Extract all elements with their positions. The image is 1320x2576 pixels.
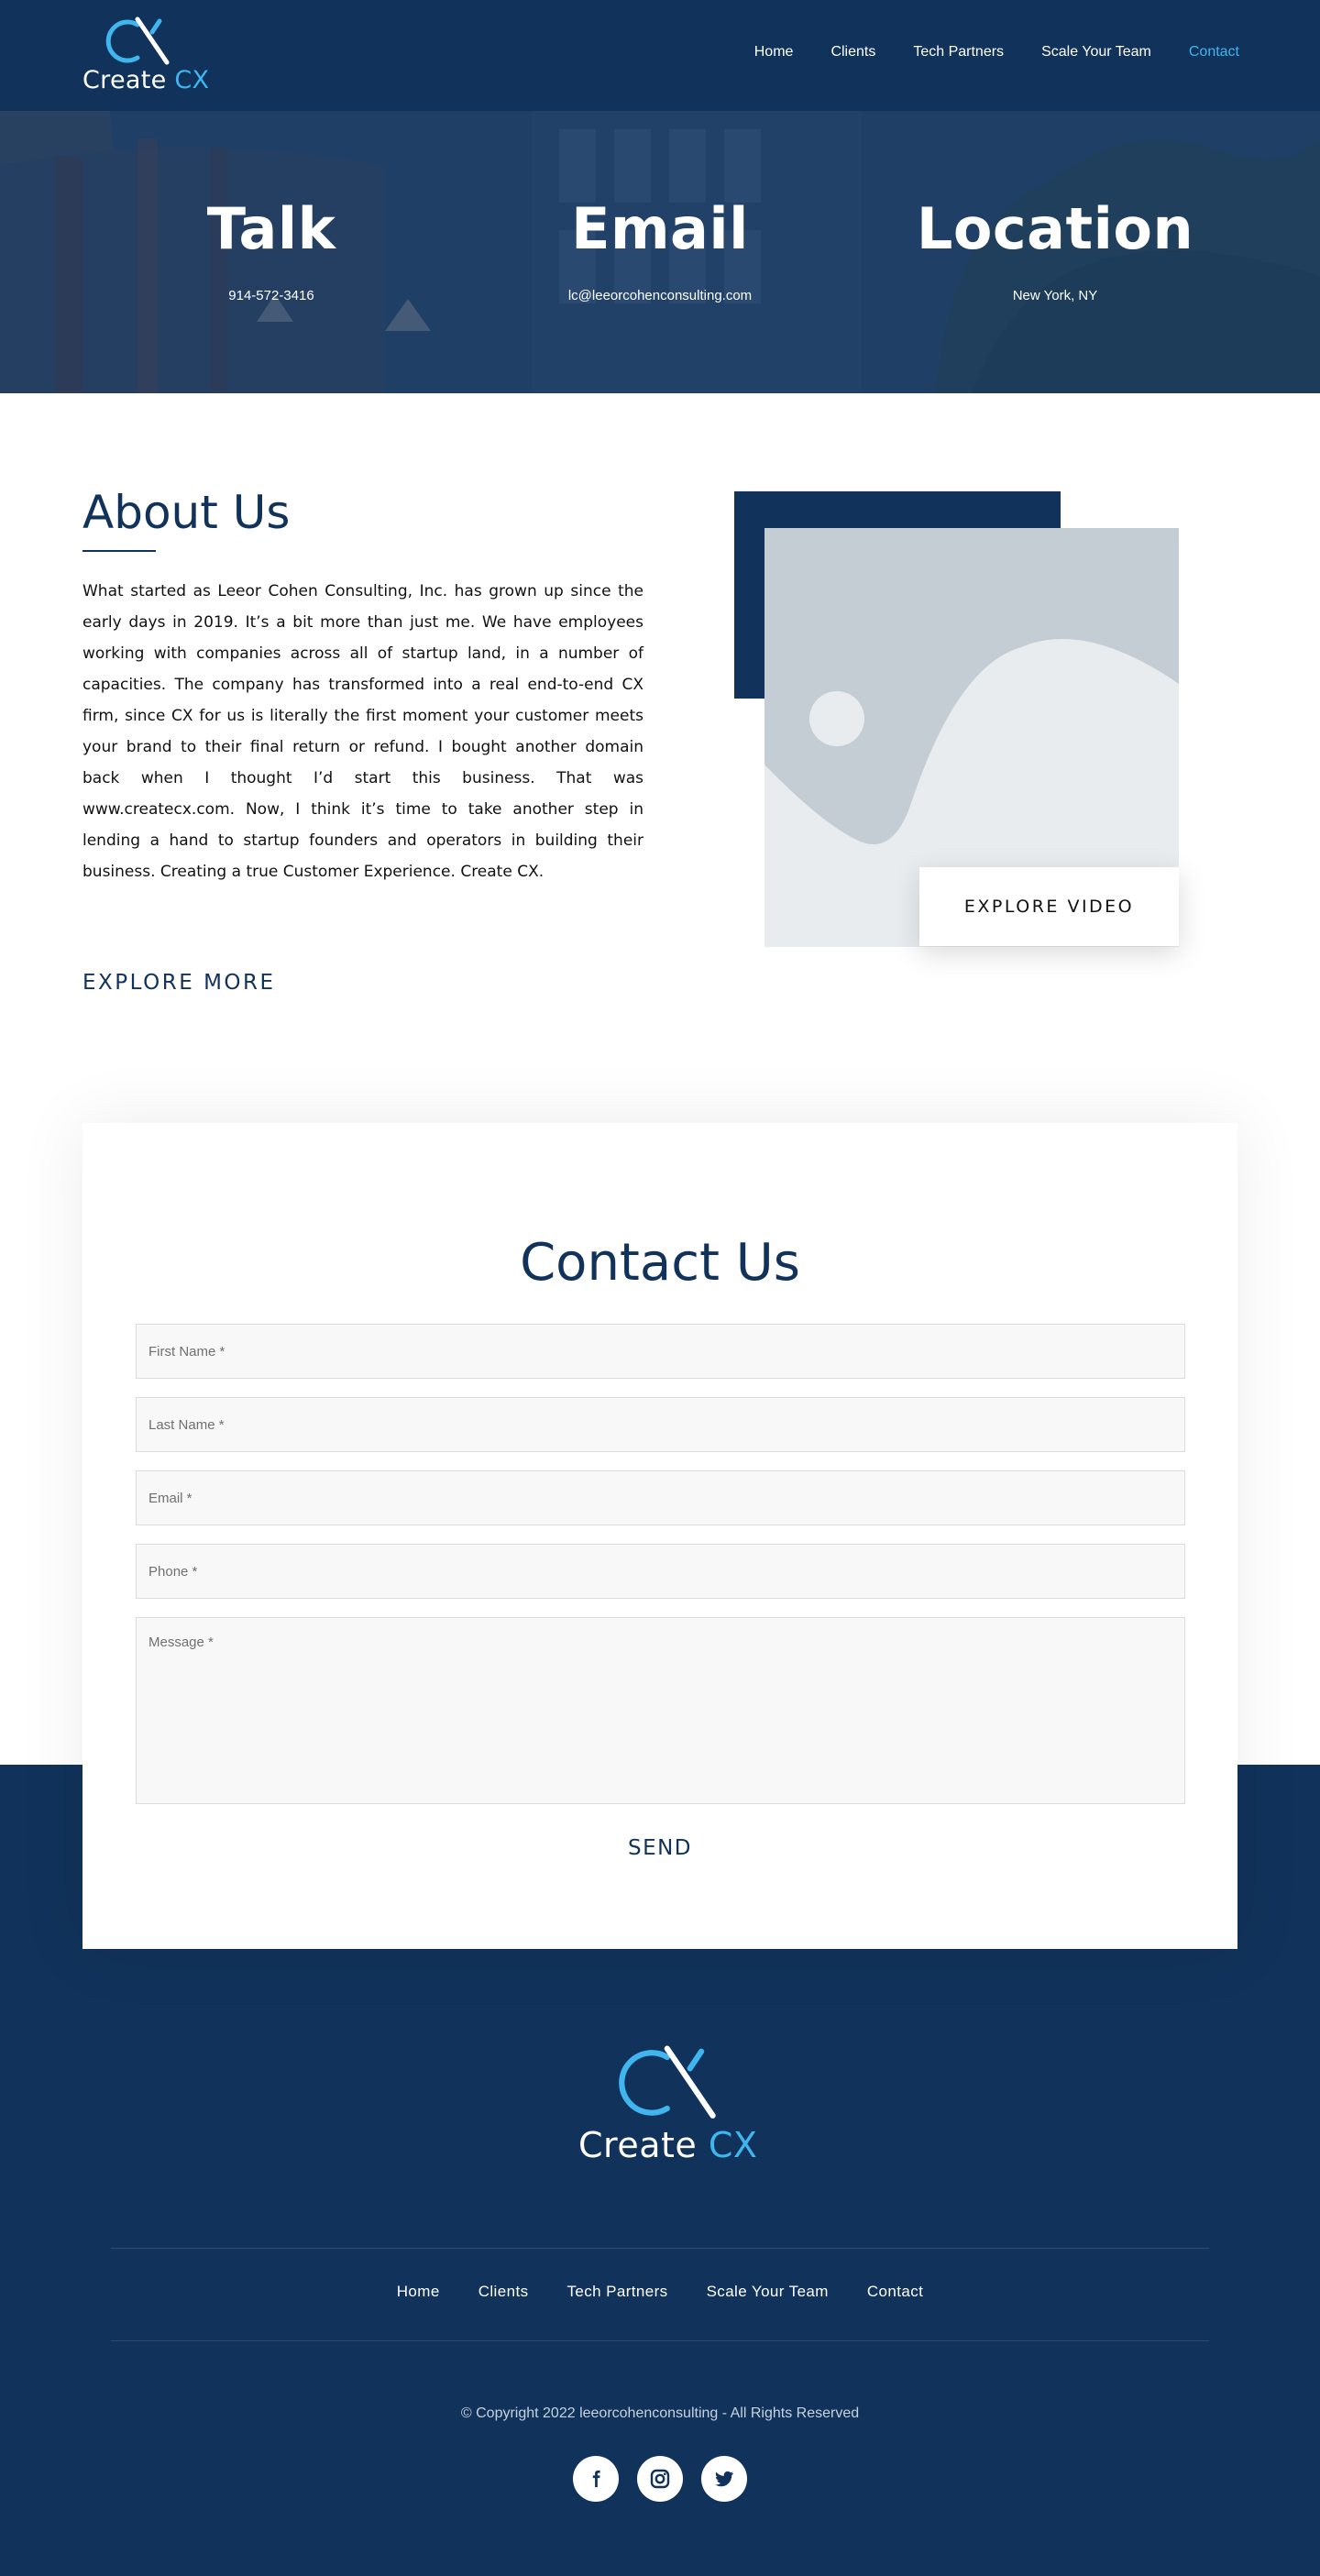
footer-divider-bottom — [111, 2340, 1209, 2341]
site-header: Create CX Home Clients Tech Partners Sca… — [0, 0, 1320, 111]
about-body: What started as Leeor Cohen Consulting, … — [82, 582, 644, 881]
last-name-field[interactable] — [136, 1397, 1185, 1452]
contact-info-hero: Talk 914-572-3416 Email lc@leeorcohencon… — [0, 111, 1320, 393]
footer-nav-scale-your-team[interactable]: Scale Your Team — [707, 2283, 829, 2301]
email-block: Email lc@leeorcohenconsulting.com — [468, 195, 852, 303]
explore-more-link[interactable]: EXPLORE MORE — [82, 971, 276, 995]
location-block: Location New York, NY — [863, 195, 1248, 303]
facebook-link[interactable] — [573, 2456, 619, 2502]
cx-logo-icon — [105, 17, 170, 65]
facebook-icon — [592, 2470, 600, 2488]
footer-nav-home[interactable]: Home — [397, 2283, 440, 2301]
phone-number[interactable]: 914-572-3416 — [79, 288, 464, 303]
twitter-link[interactable] — [701, 2456, 747, 2502]
location-value: New York, NY — [1012, 288, 1098, 303]
logo-wordmark: Create CX — [82, 66, 210, 94]
twitter-icon — [715, 2471, 734, 2487]
about-title-underline — [82, 550, 156, 552]
nav-tech-partners[interactable]: Tech Partners — [913, 44, 1004, 61]
footer-nav: Home Clients Tech Partners Scale Your Te… — [0, 2283, 1320, 2301]
footer-logo[interactable]: Create CX — [578, 2044, 771, 2173]
footer-logo-wordmark: Create CX — [578, 2125, 758, 2165]
main-nav: Home Clients Tech Partners Scale Your Te… — [754, 44, 1239, 61]
footer-nav-tech-partners[interactable]: Tech Partners — [566, 2283, 667, 2301]
instagram-link[interactable] — [637, 2456, 683, 2502]
about-title: About Us — [82, 486, 291, 539]
phone-field[interactable] — [136, 1544, 1185, 1599]
instagram-icon — [650, 2469, 670, 2489]
footer-divider-top — [111, 2248, 1209, 2249]
email-field[interactable] — [136, 1470, 1185, 1525]
contact-title: Contact Us — [520, 1233, 800, 1293]
cx-logo-icon — [619, 2045, 716, 2119]
nav-scale-your-team[interactable]: Scale Your Team — [1041, 44, 1151, 61]
message-field[interactable] — [136, 1617, 1185, 1804]
nav-contact[interactable]: Contact — [1189, 44, 1239, 61]
send-button[interactable]: SEND — [568, 1830, 752, 1866]
talk-heading: Talk — [206, 195, 336, 262]
talk-block: Talk 914-572-3416 — [79, 195, 464, 303]
nav-clients[interactable]: Clients — [830, 44, 875, 61]
email-address[interactable]: lc@leeorcohenconsulting.com — [468, 288, 852, 303]
nav-home[interactable]: Home — [754, 44, 794, 61]
email-heading: Email — [571, 195, 749, 262]
location-heading: Location — [916, 195, 1194, 262]
copyright-text: © Copyright 2022 leeorcohenconsulting - … — [460, 2405, 860, 2421]
first-name-field[interactable] — [136, 1324, 1185, 1379]
social-links — [0, 2456, 1320, 2502]
header-logo[interactable]: Create CX — [81, 17, 209, 97]
contact-form-card: Contact Us SEND — [82, 1123, 1238, 1949]
footer-nav-clients[interactable]: Clients — [478, 2283, 529, 2301]
footer-nav-contact[interactable]: Contact — [867, 2283, 923, 2301]
explore-video-button[interactable]: EXPLORE VIDEO — [919, 867, 1179, 946]
